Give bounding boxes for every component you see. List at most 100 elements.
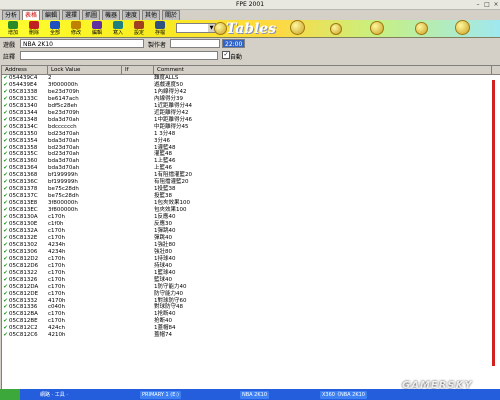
- checkmark-icon[interactable]: ✔: [2, 298, 9, 305]
- table-row[interactable]: ✔ 054439E4 3f000000h 遊戲速度50: [2, 82, 500, 89]
- start-button[interactable]: [0, 389, 20, 400]
- note-field[interactable]: [20, 51, 218, 60]
- taskbar-item[interactable]: PRIMARY 1 (E:): [140, 391, 182, 399]
- checkmark-icon[interactable]: ✔: [2, 311, 9, 318]
- table-row[interactable]: ✔ 05C81348 bda3d70ah 1中距離得分46: [2, 117, 500, 124]
- checkmark-icon[interactable]: ✔: [2, 151, 9, 158]
- checkmark-icon[interactable]: ✔: [2, 332, 9, 339]
- minimize-button[interactable]: –: [474, 1, 482, 8]
- table-row[interactable]: ✔ 05C8130E c1f0h 反應30: [2, 221, 500, 228]
- toolbar-select[interactable]: ▼: [176, 23, 216, 33]
- column-header-if[interactable]: If: [122, 66, 154, 74]
- table-row[interactable]: ✔ 05C8130A c170h 1反應40: [2, 214, 500, 221]
- table-row[interactable]: ✔ 05C81302 4234h 1強壯80: [2, 242, 500, 249]
- table-row[interactable]: ✔ 05C8133C be6147ach 內線得分39: [2, 96, 500, 103]
- toolbar-button-3[interactable]: 修改: [65, 20, 87, 37]
- table-row[interactable]: ✔ 05C812BA c170h 1抢断40: [2, 311, 500, 318]
- column-header-lock-value[interactable]: Lock Value: [48, 66, 122, 74]
- table-row[interactable]: ✔ 05C81340 bdf5c28eh 1近距離得分44: [2, 103, 500, 110]
- table-row[interactable]: ✔ 05C81358 bd23d70ah 1灌籃48: [2, 145, 500, 152]
- checkmark-icon[interactable]: ✔: [2, 228, 9, 235]
- toolbar-button-2[interactable]: 全部: [44, 20, 66, 37]
- table-row[interactable]: ✔ 05C812DE c170h 防守能力40: [2, 291, 500, 298]
- close-button[interactable]: ×: [492, 1, 500, 8]
- toolbar-button-0[interactable]: 增加: [2, 20, 24, 37]
- table-row[interactable]: ✔ 05C81332 4170h 1對球防守60: [2, 298, 500, 305]
- table-row[interactable]: ✔ 05C813EC 3f800000h 包夾效果100: [2, 207, 500, 214]
- maker-field[interactable]: [170, 39, 220, 48]
- table-row[interactable]: ✔ 05C81364 bda3d70ah 上籃46: [2, 165, 500, 172]
- checkmark-icon[interactable]: ✔: [2, 117, 9, 124]
- table-row[interactable]: ✔ 05C8137C be75c28dh 投籃38: [2, 193, 500, 200]
- table-row[interactable]: ✔ 05C812BE c170h 抢断40: [2, 318, 500, 325]
- checkmark-icon[interactable]: ✔: [2, 138, 9, 145]
- checkmark-icon[interactable]: ✔: [2, 242, 9, 249]
- checkmark-icon[interactable]: ✔: [2, 124, 9, 131]
- checkmark-icon[interactable]: ✔: [2, 200, 9, 207]
- table-row[interactable]: ✔ 05C81344 be23d709h 近距離得分42: [2, 110, 500, 117]
- table-row[interactable]: ✔ 05C8135C bd23d70ah 灌籃48: [2, 151, 500, 158]
- checkmark-icon[interactable]: ✔: [2, 249, 9, 256]
- table-row[interactable]: ✔ 05C812DA c170h 1防守能力40: [2, 284, 500, 291]
- table-row[interactable]: ✔ 05C812D2 c170h 1持球40: [2, 256, 500, 263]
- checkmark-icon[interactable]: ✔: [2, 193, 9, 200]
- checkmark-icon[interactable]: ✔: [2, 96, 9, 103]
- table-row[interactable]: ✔ 05C81368 bf199999h 1有阻擋灌籃20: [2, 172, 500, 179]
- table-row[interactable]: ✔ 05C8132A c170h 1彈跳40: [2, 228, 500, 235]
- time-field[interactable]: 22:00: [222, 39, 245, 48]
- table-row[interactable]: ✔ 05C812D6 c170h 持球40: [2, 263, 500, 270]
- checkmark-icon[interactable]: ✔: [2, 207, 9, 214]
- table-row[interactable]: ✔ 05C81322 c170h 1籃球40: [2, 270, 500, 277]
- checkmark-icon[interactable]: ✔: [2, 165, 9, 172]
- toolbar-button-6[interactable]: 設定: [128, 20, 150, 37]
- checkmark-icon[interactable]: ✔: [2, 304, 9, 311]
- checkmark-icon[interactable]: ✔: [2, 131, 9, 138]
- checkmark-icon[interactable]: ✔: [2, 284, 9, 291]
- checkmark-icon[interactable]: ✔: [2, 235, 9, 242]
- toolbar-button-1[interactable]: 刪除: [23, 20, 45, 37]
- toolbar-button-5[interactable]: 寫入: [107, 20, 129, 37]
- table-row[interactable]: ✔ 05C81378 be75c28dh 1投籃38: [2, 186, 500, 193]
- toolbar-button-4[interactable]: 編輯: [86, 20, 108, 37]
- table-row[interactable]: ✔ 05C8136C bf199999h 有阻擋灌籃20: [2, 179, 500, 186]
- checkmark-icon[interactable]: ✔: [2, 221, 9, 228]
- checkmark-icon[interactable]: ✔: [2, 172, 9, 179]
- table-row[interactable]: ✔ 054439C4 2 難度ALLS: [2, 75, 500, 82]
- auto-checkbox[interactable]: ✓: [222, 51, 230, 59]
- checkmark-icon[interactable]: ✔: [2, 110, 9, 117]
- checkmark-icon[interactable]: ✔: [2, 214, 9, 221]
- table-row[interactable]: ✔ 05C81326 c170h 籃球40: [2, 277, 500, 284]
- table-row[interactable]: ✔ 05C813E8 3f800000h 1包夾效果100: [2, 200, 500, 207]
- checkmark-icon[interactable]: ✔: [2, 256, 9, 263]
- table-row[interactable]: ✔ 05C812C2 424ch 1蓋帽84: [2, 325, 500, 332]
- table-row[interactable]: ✔ 05C81360 bda3d70ah 1上籃46: [2, 158, 500, 165]
- checkmark-icon[interactable]: ✔: [2, 89, 9, 96]
- table-row[interactable]: ✔ 05C8132E c170h 彈跳40: [2, 235, 500, 242]
- game-field[interactable]: NBA 2K10: [20, 39, 144, 48]
- table-row[interactable]: ✔ 05C81306 4234h 強壯80: [2, 249, 500, 256]
- checkmark-icon[interactable]: ✔: [2, 145, 9, 152]
- column-header-address[interactable]: Address: [2, 66, 48, 74]
- checkmark-icon[interactable]: ✔: [2, 186, 9, 193]
- table-row[interactable]: ✔ 05C81350 bd23d70ah 1 3分48: [2, 131, 500, 138]
- checkmark-icon[interactable]: ✔: [2, 325, 9, 332]
- table-row[interactable]: ✔ 05C81336 c040h 對球防守48: [2, 304, 500, 311]
- checkmark-icon[interactable]: ✔: [2, 263, 9, 270]
- table-row[interactable]: ✔ 05C81354 bda3d70ah 3分46: [2, 138, 500, 145]
- checkmark-icon[interactable]: ✔: [2, 270, 9, 277]
- checkmark-icon[interactable]: ✔: [2, 103, 9, 110]
- checkmark-icon[interactable]: ✔: [2, 158, 9, 165]
- table-row[interactable]: ✔ 05C8134C bdcccccch 中距離得分45: [2, 124, 500, 131]
- checkmark-icon[interactable]: ✔: [2, 318, 9, 325]
- checkmark-icon[interactable]: ✔: [2, 277, 9, 284]
- column-header-comment[interactable]: Comment: [154, 66, 492, 74]
- taskbar-item[interactable]: 網路 · 工具 ·: [38, 391, 70, 399]
- checkmark-icon[interactable]: ✔: [2, 82, 9, 89]
- maximize-button[interactable]: □: [483, 1, 491, 8]
- checkmark-icon[interactable]: ✔: [2, 291, 9, 298]
- checkmark-icon[interactable]: ✔: [2, 179, 9, 186]
- taskbar-item[interactable]: NBA 2K10: [240, 391, 270, 399]
- toolbar-button-7[interactable]: 存檔: [149, 20, 171, 37]
- taskbar-item[interactable]: X360《NBA 2K10: [320, 391, 367, 399]
- checkmark-icon[interactable]: ✔: [2, 75, 9, 82]
